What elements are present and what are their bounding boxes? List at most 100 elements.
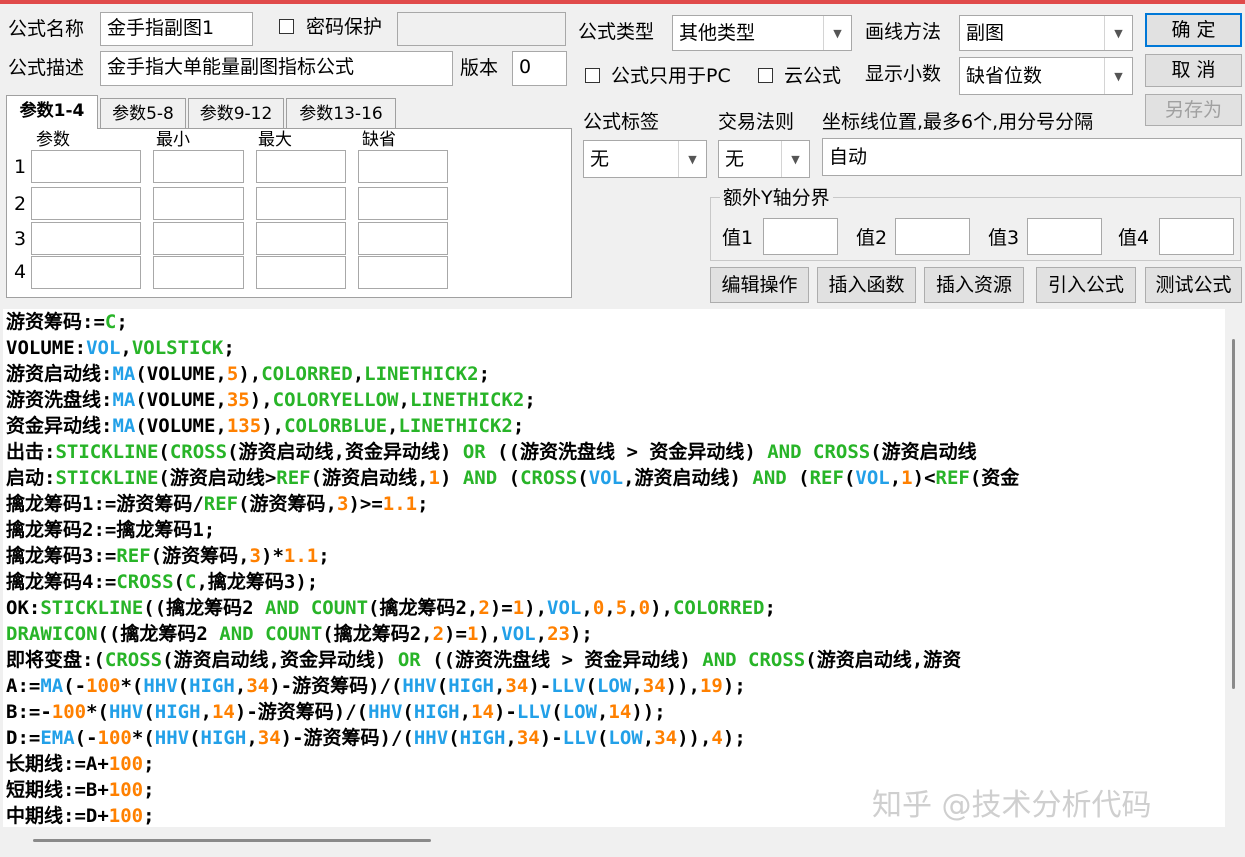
- code-token: 1.1: [283, 545, 319, 567]
- chevron-down-icon[interactable]: ▼: [823, 16, 851, 50]
- save-as-button[interactable]: 另存为: [1145, 94, 1242, 126]
- param-2-name-input[interactable]: [31, 187, 141, 220]
- password-checkbox[interactable]: [279, 19, 294, 34]
- code-line: 擒龙筹码2:=擒龙筹码1;: [3, 517, 1225, 543]
- param-2-default-input[interactable]: [358, 187, 448, 220]
- code-token: HIGH: [448, 675, 494, 697]
- code-token: ;: [512, 415, 525, 437]
- test-formula-button[interactable]: 测试公式: [1145, 267, 1242, 303]
- code-token: (游资启动线>: [158, 467, 277, 489]
- code-token: *(: [131, 727, 155, 749]
- code-token: 1: [428, 467, 440, 489]
- code-token: ;: [417, 493, 429, 515]
- code-token: 34: [257, 727, 281, 749]
- cloud-checkbox[interactable]: [758, 68, 773, 83]
- code-token: 0: [592, 597, 605, 619]
- insert-res-button[interactable]: 插入资源: [924, 267, 1024, 303]
- edit-ops-button[interactable]: 编辑操作: [710, 267, 809, 303]
- code-token: 3: [336, 493, 349, 515]
- param-1-min-input[interactable]: [153, 150, 244, 183]
- code-token: *(: [120, 675, 144, 697]
- tab-params-1-4[interactable]: 参数1-4: [6, 95, 98, 129]
- code-token: C: [184, 571, 197, 593]
- param-1-name-input[interactable]: [31, 150, 141, 183]
- code-token: (擒龙筹码2,: [322, 623, 433, 645]
- import-formula-button[interactable]: 引入公式: [1036, 267, 1136, 303]
- formula-tag-select[interactable]: 无 ▼: [583, 140, 707, 178]
- ok-button[interactable]: 确 定: [1145, 13, 1242, 47]
- code-token: ;: [116, 311, 128, 333]
- code-line: 长期线:=A+100;: [3, 751, 1225, 777]
- draw-method-select[interactable]: 副图 ▼: [959, 15, 1133, 51]
- code-token: 1: [466, 623, 479, 645]
- code-token: AND: [265, 597, 300, 619]
- chevron-down-icon[interactable]: ▼: [1104, 16, 1132, 50]
- chevron-down-icon[interactable]: ▼: [1104, 58, 1132, 94]
- code-token: )),: [677, 727, 712, 749]
- value4-input[interactable]: [1159, 218, 1234, 255]
- formula-name-input[interactable]: 金手指副图1: [100, 12, 253, 46]
- param-3-name-input[interactable]: [31, 222, 141, 255]
- param-3-max-input[interactable]: [256, 222, 346, 255]
- insert-func-button[interactable]: 插入函数: [817, 267, 916, 303]
- axis-line-input[interactable]: 自动: [822, 138, 1242, 176]
- code-token: 100: [51, 701, 87, 723]
- value2-input[interactable]: [895, 218, 970, 255]
- code-token: *(: [86, 701, 109, 723]
- param-4-default-input[interactable]: [358, 256, 448, 289]
- trade-rule-select[interactable]: 无 ▼: [718, 140, 810, 178]
- tab-params-5-8[interactable]: 参数5-8: [100, 98, 186, 128]
- formula-desc-input[interactable]: 金手指大单能量副图指标公式: [100, 51, 453, 86]
- code-token: (: [177, 675, 190, 697]
- param-3-min-input[interactable]: [153, 222, 244, 255]
- param-1-default-input[interactable]: [358, 150, 448, 183]
- code-token: HHV: [154, 727, 190, 749]
- horizontal-scroll-thumb[interactable]: [33, 839, 431, 842]
- code-token: (游资筹码,: [150, 545, 250, 567]
- code-token: (: [158, 441, 170, 463]
- param-2-min-input[interactable]: [153, 187, 244, 220]
- code-token: 1: [901, 467, 913, 489]
- code-token: ,: [596, 701, 609, 723]
- param-4-max-input[interactable]: [256, 256, 346, 289]
- code-token: (: [436, 675, 449, 697]
- formula-type-select[interactable]: 其他类型 ▼: [672, 15, 852, 51]
- param-row-number: 4: [14, 261, 27, 283]
- code-token: (: [189, 727, 201, 749]
- param-4-min-input[interactable]: [153, 256, 244, 289]
- code-editor[interactable]: 游资筹码:=C; VOLUME:VOL,VOLSTICK; 游资启动线:MA(VOL…: [3, 309, 1225, 827]
- value3-input[interactable]: [1027, 218, 1102, 255]
- code-token: (: [577, 467, 589, 489]
- param-2-max-input[interactable]: [256, 187, 346, 220]
- decimal-label: 显示小数: [865, 63, 942, 85]
- vertical-scrollbar[interactable]: [1225, 309, 1242, 827]
- tab-params-9-12[interactable]: 参数9-12: [188, 98, 284, 128]
- vertical-scroll-thumb[interactable]: [1232, 339, 1235, 689]
- value1-label: 值1: [722, 227, 754, 249]
- code-token: (资金: [969, 467, 1020, 489]
- code-token: VOL: [86, 337, 121, 359]
- cancel-button[interactable]: 取 消: [1145, 54, 1242, 87]
- code-token: STICKLINE: [55, 441, 159, 463]
- horizontal-scrollbar[interactable]: [3, 827, 1242, 855]
- code-token: );: [722, 675, 746, 697]
- code-token: HHV: [108, 701, 144, 723]
- chevron-down-icon[interactable]: ▼: [781, 141, 809, 177]
- pc-only-checkbox[interactable]: [585, 68, 600, 83]
- code-token: 启动:: [6, 467, 56, 489]
- tab-params-13-16[interactable]: 参数13-16: [286, 98, 396, 128]
- version-input[interactable]: 0: [512, 51, 567, 86]
- param-4-name-input[interactable]: [31, 256, 141, 289]
- decimal-select[interactable]: 缺省位数 ▼: [959, 57, 1133, 95]
- code-token: CROSS: [104, 649, 163, 671]
- code-token: LLV: [516, 701, 552, 723]
- code-token: 23: [547, 623, 570, 645]
- code-token: );: [722, 727, 746, 749]
- param-3-default-input[interactable]: [358, 222, 448, 255]
- value1-input[interactable]: [763, 218, 838, 255]
- param-1-max-input[interactable]: [256, 150, 346, 183]
- formula-desc-label: 公式描述: [8, 57, 85, 79]
- code-token: 19: [699, 675, 723, 697]
- code-token: 14: [608, 701, 632, 723]
- chevron-down-icon[interactable]: ▼: [678, 141, 706, 177]
